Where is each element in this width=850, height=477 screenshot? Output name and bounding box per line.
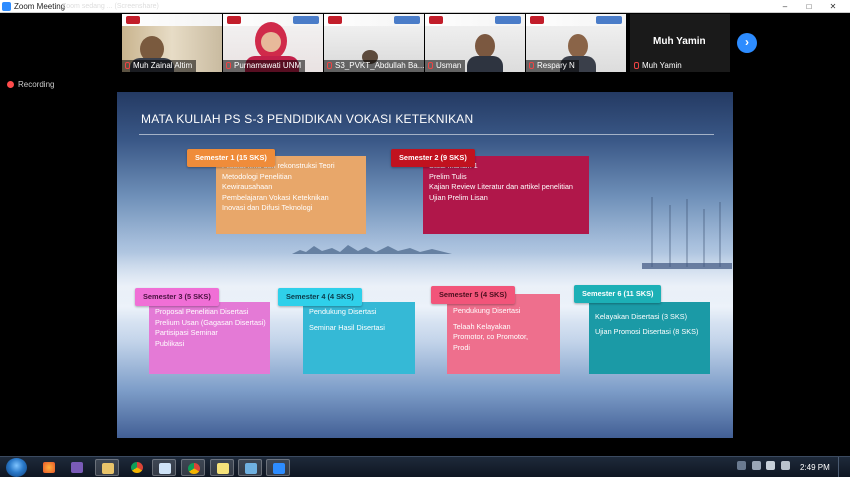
minimize-icon[interactable]: – — [776, 0, 794, 13]
unm-logo-icon — [495, 16, 521, 24]
semester-4-box: Pendukung Disertasi Seminar Hasil Disert… — [303, 302, 415, 374]
show-desktop-button[interactable] — [838, 457, 850, 477]
course-item: Promotor, co Promotor, — [453, 332, 529, 341]
mic-muted-icon — [327, 62, 332, 69]
maximize-icon[interactable]: □ — [800, 0, 818, 13]
unm-logo-icon — [394, 16, 420, 24]
course-item: Pendukung Disertasi — [309, 307, 377, 316]
logo-icon — [328, 16, 342, 24]
semester-2-tab: Semester 2 (9 SKS) — [391, 149, 475, 167]
unm-logo-icon — [596, 16, 622, 24]
window-title: Zoom Meeting — [14, 2, 66, 11]
course-item: Inovasi dan Difusi Teknologi — [222, 203, 313, 212]
semester-6-tab: Semester 6 (11 SKS) — [574, 285, 662, 303]
semester-5-tab: Semester 5 (4 SKS) — [431, 286, 515, 304]
recording-indicator: Recording — [7, 80, 54, 89]
mic-muted-icon — [529, 62, 534, 69]
semester-3-tab: Semester 3 (5 SKS) — [135, 288, 219, 306]
treeline-silhouette — [292, 245, 452, 254]
zoom-meeting-window: { "window": { "title": "Zoom Meeting", "… — [0, 0, 850, 477]
course-item: Proposal Penelitian Disertasi — [155, 307, 249, 316]
record-icon — [7, 81, 14, 88]
visual-studio-icon[interactable] — [65, 459, 89, 476]
course-item: Prelium Usan (Gagasan Disertasi) — [155, 317, 266, 327]
sticky-notes-icon[interactable] — [210, 459, 234, 476]
course-item: Pembelajaran Vokasi Keteknikan — [222, 192, 329, 202]
slide-title: MATA KULIAH PS S-3 PENDIDIKAN VOKASI KET… — [141, 112, 474, 126]
logo-icon — [429, 16, 443, 24]
course-item: Telaah Kelayakan — [453, 321, 511, 331]
semester-4-tab: Semester 4 (4 SKS) — [278, 288, 362, 306]
mic-muted-icon — [428, 62, 433, 69]
chrome-icon[interactable] — [125, 459, 149, 476]
volume-icon[interactable] — [781, 461, 790, 470]
course-item: Kewirausahaan — [222, 182, 273, 191]
course-item: Metodologi Penelitian — [222, 171, 292, 181]
participant-tile[interactable]: Muh Zainal Altim — [122, 14, 222, 72]
mic-muted-icon — [125, 62, 130, 69]
notepad-icon[interactable] — [152, 459, 176, 476]
window-subtitle: Zoom sedang ... (Screenshare) — [62, 3, 159, 10]
title-divider — [139, 134, 714, 135]
zoom-icon[interactable] — [266, 459, 290, 476]
course-item: Ujian Prelim Lisan — [429, 192, 488, 202]
windows-taskbar: 2:49 PM — [0, 456, 850, 477]
logo-icon — [126, 16, 140, 24]
semester-6-box: Kelayakan Disertasi (3 SKS) Ujian Promos… — [589, 302, 710, 374]
logo-icon — [530, 16, 544, 24]
unm-logo-icon — [293, 16, 319, 24]
participant-name: Usman — [425, 60, 466, 72]
network-icon[interactable] — [766, 461, 775, 470]
participant-name: Muh Zainal Altim — [122, 60, 197, 72]
file-explorer-icon[interactable] — [95, 459, 119, 476]
next-page-button[interactable]: › — [737, 33, 757, 53]
course-item: Publikasi — [155, 338, 185, 348]
mic-muted-icon — [226, 62, 231, 69]
logo-icon — [227, 16, 241, 24]
course-item: Ujian Promosi Disertasi (8 SKS) — [595, 326, 699, 336]
taskbar-clock[interactable]: 2:49 PM — [800, 457, 830, 477]
tray-chevron-icon[interactable] — [737, 461, 746, 470]
participant-tile[interactable]: Purnamawati UNM — [223, 14, 323, 72]
participant-tile[interactable]: Usman — [425, 14, 525, 72]
course-item: Pendukung Disertasi — [453, 306, 521, 315]
participant-name: Respary N — [526, 60, 579, 72]
participant-name: Purnamawati UNM — [223, 60, 306, 72]
semester-1-box: Filsafat Ilmu dan rekonstruksi Teori Met… — [216, 156, 366, 234]
course-item: Prodi — [453, 342, 471, 352]
active-speaker-name: Muh Yamin — [653, 36, 706, 47]
course-item: Kelayakan Disertasi (3 SKS) — [595, 312, 688, 321]
participant-name: Muh Yamin — [630, 60, 686, 72]
zoom-app-icon — [2, 2, 11, 11]
participant-name: S3_PVKT_Abdullah Ba... — [324, 60, 424, 72]
course-item: Prelim Tulis — [429, 171, 467, 181]
course-item: Seminar Hasil Disertasi — [309, 322, 385, 332]
firefox-icon[interactable] — [37, 459, 61, 476]
semester-3-box: Proposal Penelitian Disertasi Prelium Us… — [149, 302, 270, 374]
sailboats-illustration — [642, 197, 732, 269]
course-item: Partisipasi Seminar — [155, 328, 218, 337]
semester-1-tab: Semester 1 (15 SKS) — [187, 149, 275, 167]
course-item: Kajian Review Literatur dan artikel pene… — [429, 182, 573, 191]
tray-app-icon[interactable] — [752, 461, 761, 470]
close-icon[interactable]: ✕ — [824, 0, 842, 13]
participant-tile[interactable]: S3_PVKT_Abdullah Ba... — [324, 14, 424, 72]
shared-screen-slide: MATA KULIAH PS S-3 PENDIDIKAN VOKASI KET… — [117, 92, 733, 438]
photos-icon[interactable] — [238, 459, 262, 476]
participant-tile[interactable]: Respary N — [526, 14, 626, 72]
semester-5-box: Pendukung Disertasi Telaah Kelayakan Pro… — [447, 294, 560, 374]
start-button-icon[interactable] — [6, 458, 27, 477]
chevron-right-icon: › — [745, 35, 749, 49]
chrome-icon[interactable] — [181, 459, 205, 476]
mic-muted-icon — [634, 62, 639, 69]
semester-2-box: Studi Mandiri 1 Prelim Tulis Kajian Revi… — [423, 156, 589, 234]
title-bar: Zoom Meeting Zoom sedang ... (Screenshar… — [0, 0, 850, 13]
